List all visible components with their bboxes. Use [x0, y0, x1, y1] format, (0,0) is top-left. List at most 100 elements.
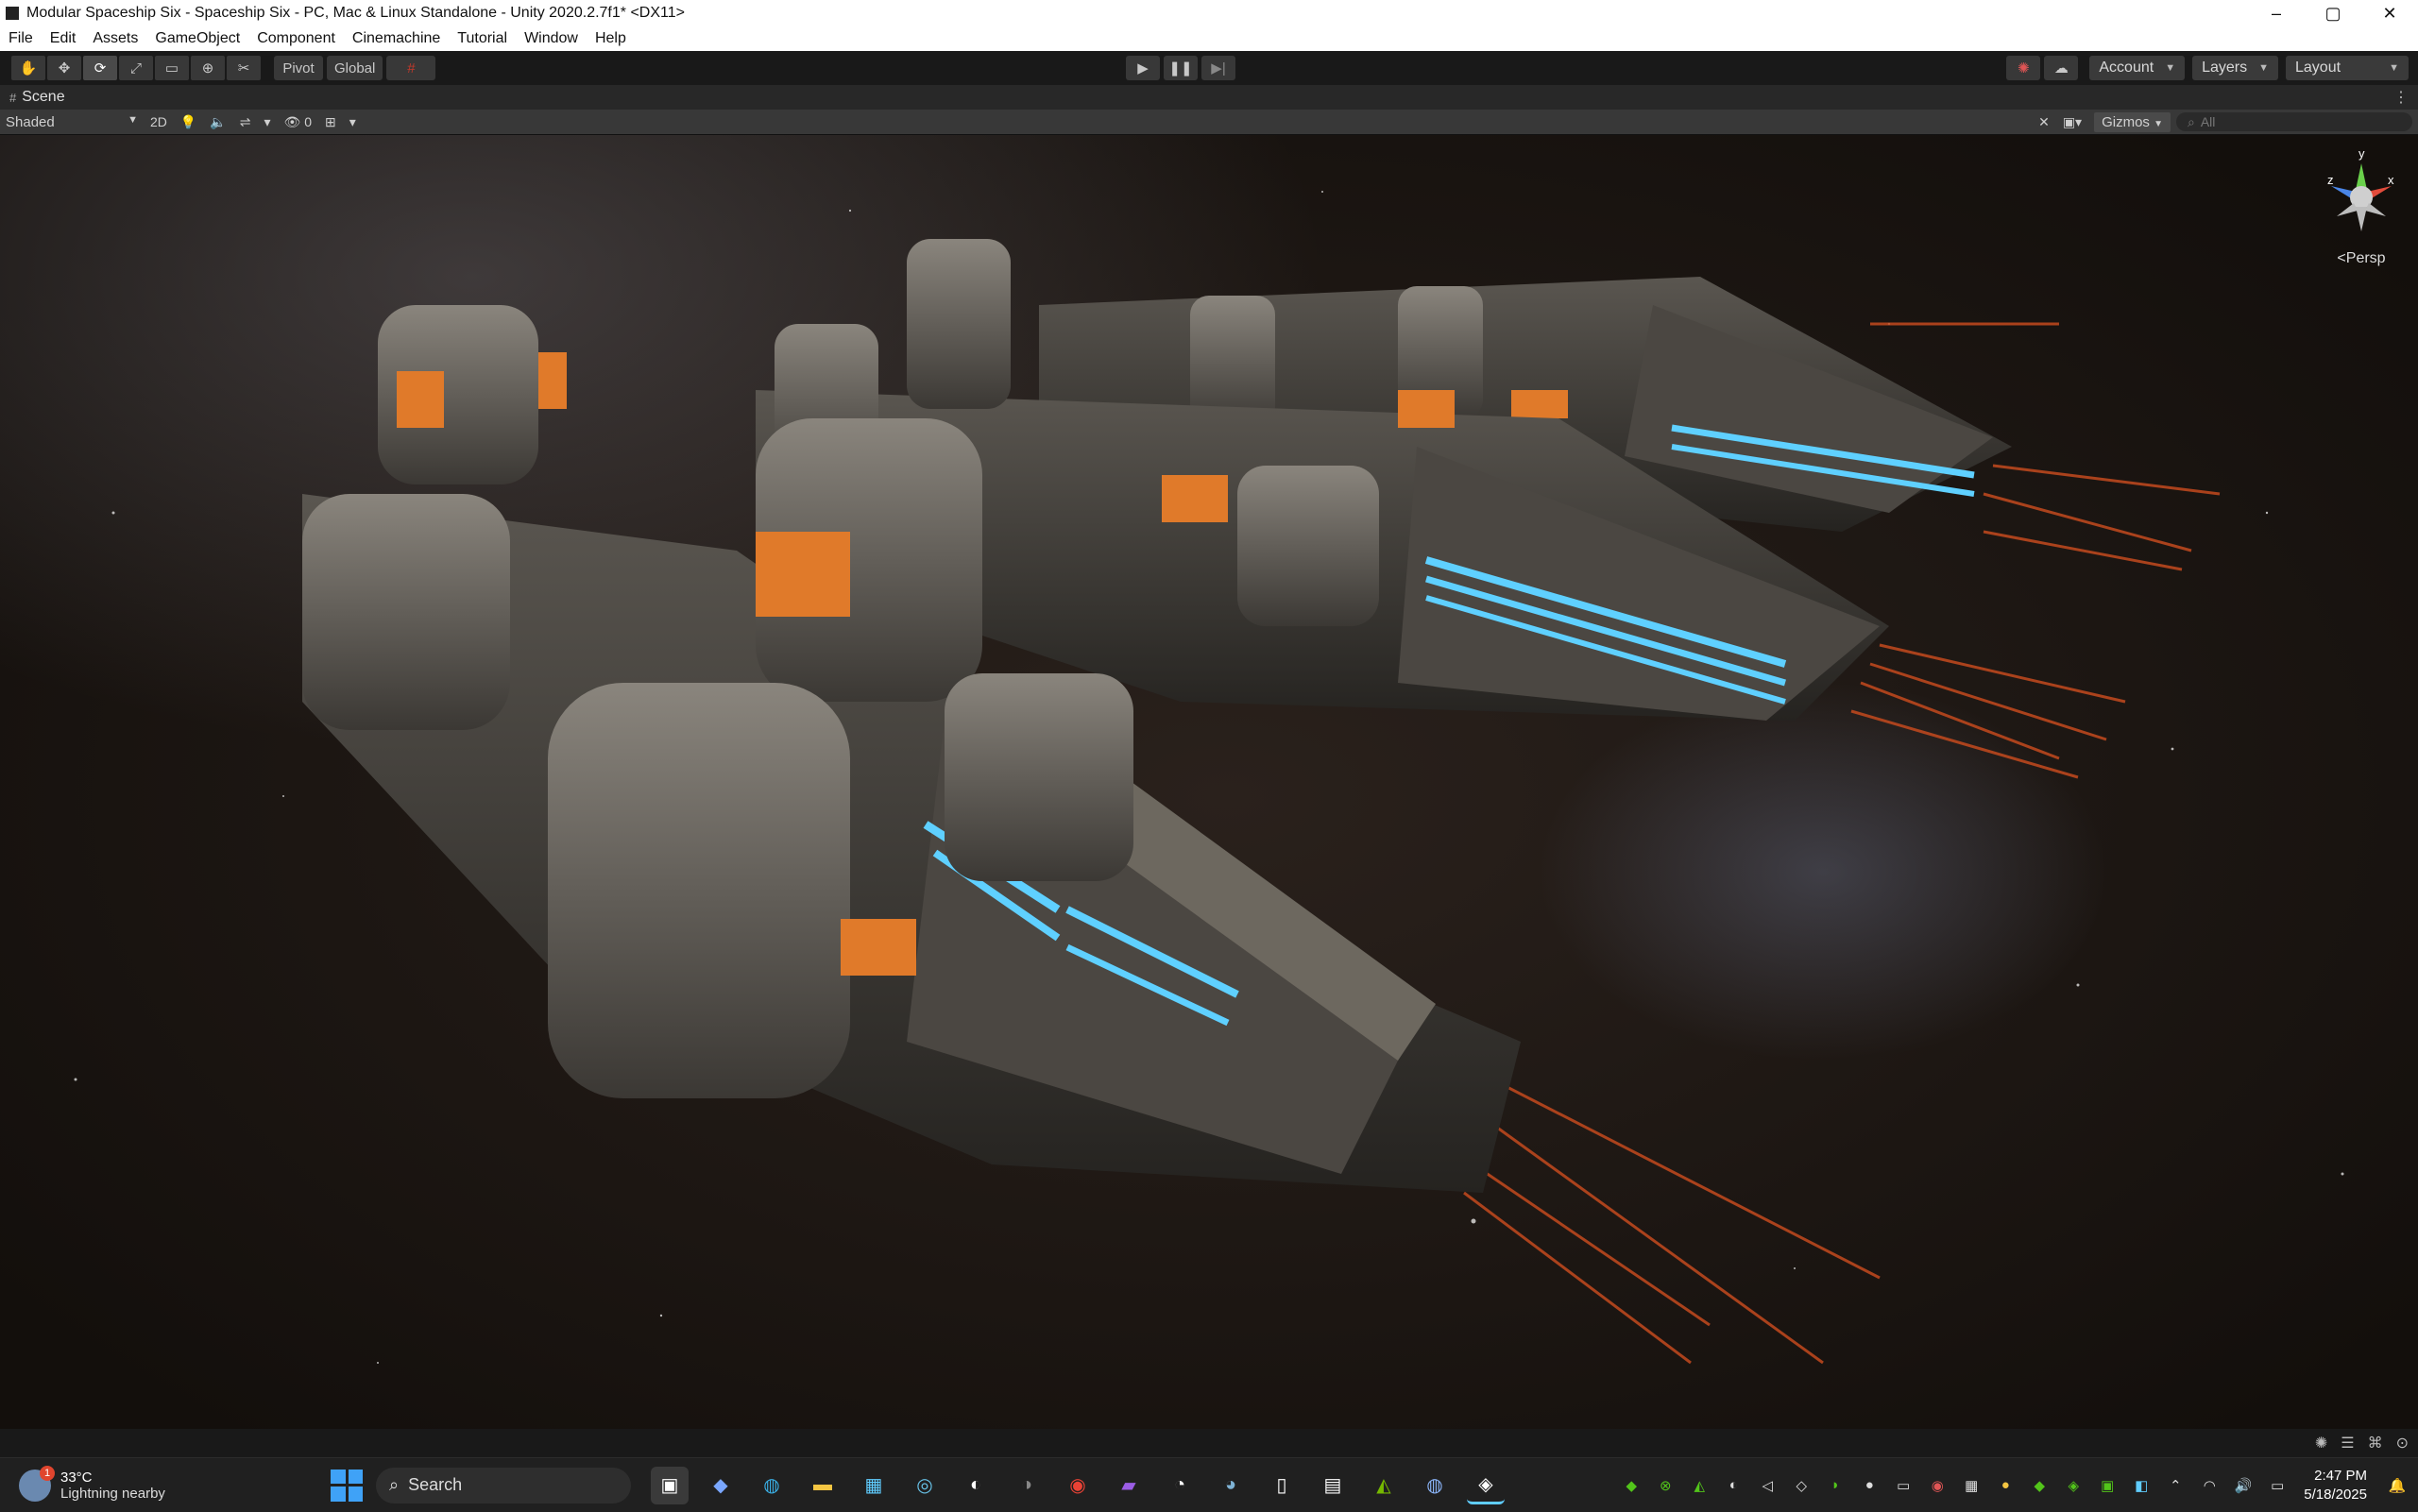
- auto-generate-lighting-icon[interactable]: ✺: [2315, 1434, 2327, 1453]
- menu-assets[interactable]: Assets: [84, 30, 146, 47]
- effects-icon[interactable]: ⇌: [233, 114, 258, 130]
- scale-tool-icon[interactable]: ⤢: [119, 56, 153, 80]
- alien-head-icon[interactable]: ◑: [1008, 1467, 1046, 1504]
- tab-scene[interactable]: # Scene: [0, 89, 75, 106]
- global-toggle-button[interactable]: Global: [327, 56, 383, 80]
- layout-dropdown[interactable]: Layout ▼: [2286, 56, 2409, 80]
- tray-app-icon[interactable]: ◗: [1824, 1474, 1847, 1497]
- layers-label: Layers: [2202, 59, 2248, 76]
- menu-gameobject[interactable]: GameObject: [146, 30, 248, 47]
- grid-toggle-icon[interactable]: ⊞: [318, 114, 343, 130]
- grid-snap-icon[interactable]: #: [386, 56, 436, 80]
- record-icon[interactable]: ◉: [1926, 1474, 1949, 1497]
- rect-tool-icon[interactable]: ▭: [155, 56, 189, 80]
- settings-check-icon[interactable]: ⊙: [2396, 1434, 2409, 1453]
- obs-icon[interactable]: ◔: [1161, 1467, 1199, 1504]
- chevron-up-icon[interactable]: ⌃: [2164, 1474, 2187, 1497]
- audio-icon[interactable]: 🔈: [203, 114, 232, 130]
- vs-code-icon[interactable]: ◁: [1756, 1474, 1779, 1497]
- volume-icon[interactable]: 🔊: [2232, 1474, 2255, 1497]
- globe-icon[interactable]: ◕: [1212, 1467, 1250, 1504]
- scene-tab-bar: # Scene ⋮: [0, 85, 2418, 110]
- cloud-icon[interactable]: ☁: [2044, 56, 2079, 80]
- collab-icon[interactable]: ✺: [2006, 56, 2041, 80]
- menu-file[interactable]: File: [0, 30, 42, 47]
- orientation-gizmo[interactable]: y z x <Persp: [2324, 144, 2399, 267]
- microsoft-store-icon[interactable]: ▦: [855, 1467, 893, 1504]
- tray-green2-icon[interactable]: ◈: [2062, 1474, 2085, 1497]
- progress-icon[interactable]: ☰: [2341, 1434, 2354, 1453]
- step-button[interactable]: ▶|: [1201, 56, 1235, 80]
- layers-dropdown[interactable]: Layers ▼: [2192, 56, 2278, 80]
- tools-icon[interactable]: ✕: [2032, 114, 2056, 130]
- mode-2d-toggle[interactable]: 2D: [144, 114, 174, 129]
- notifications-bell-icon[interactable]: 🔔: [2386, 1474, 2409, 1497]
- clapperboard-icon[interactable]: ▰: [1110, 1467, 1148, 1504]
- gizmos-dropdown[interactable]: Gizmos ▼: [2094, 111, 2171, 132]
- close-button[interactable]: ✕: [2361, 4, 2418, 24]
- camera-icon[interactable]: ▣▾: [2056, 114, 2088, 130]
- scene-visibility-icon[interactable]: 👁 0: [278, 114, 318, 130]
- wifi-icon[interactable]: ◠: [2198, 1474, 2221, 1497]
- taskbar-clock[interactable]: 2:47 PM 5/18/2025: [2304, 1467, 2367, 1504]
- minimize-button[interactable]: –: [2248, 4, 2305, 24]
- rotate-tool-icon[interactable]: ⟳: [83, 56, 117, 80]
- tray-board-icon[interactable]: ▣: [2096, 1474, 2119, 1497]
- lighting-icon[interactable]: 💡: [174, 114, 203, 130]
- menu-edit[interactable]: Edit: [42, 30, 85, 47]
- ime-icon[interactable]: ▦: [1960, 1474, 1983, 1497]
- draw-mode-dropdown[interactable]: Shaded ▼: [0, 114, 144, 130]
- windows-start-icon[interactable]: [331, 1469, 363, 1502]
- projection-label[interactable]: <Persp: [2324, 250, 2399, 267]
- pivot-toggle-button[interactable]: Pivot: [274, 56, 323, 80]
- move-tool-icon[interactable]: ✥: [47, 56, 81, 80]
- menu-help[interactable]: Help: [587, 30, 635, 47]
- cache-server-icon[interactable]: ⌘: [2368, 1434, 2383, 1453]
- battery-icon[interactable]: ▭: [2266, 1474, 2289, 1497]
- earth-icon[interactable]: ◍: [1416, 1467, 1454, 1504]
- axis-y-label: y: [2358, 146, 2365, 161]
- steam-icon[interactable]: ◎: [906, 1467, 944, 1504]
- account-dropdown[interactable]: Account ▼: [2089, 56, 2186, 80]
- hand-tool-icon[interactable]: ✋: [11, 56, 45, 80]
- github-icon[interactable]: ●: [1858, 1474, 1881, 1497]
- clock-time: 2:47 PM: [2314, 1467, 2367, 1484]
- maximize-button[interactable]: ▢: [2305, 4, 2361, 24]
- menu-component[interactable]: Component: [248, 30, 344, 47]
- nvidia-icon[interactable]: ◭: [1365, 1467, 1403, 1504]
- edge-browser-icon[interactable]: ◍: [753, 1467, 791, 1504]
- tray-green-icon[interactable]: ◆: [2028, 1474, 2051, 1497]
- task-view-icon[interactable]: ▣: [651, 1466, 689, 1504]
- notepad-icon[interactable]: ▤: [1314, 1467, 1352, 1504]
- menu-tutorial[interactable]: Tutorial: [449, 30, 516, 47]
- unity-hub-icon[interactable]: ◇: [1790, 1474, 1813, 1497]
- tray-yellow-icon[interactable]: ●: [1994, 1474, 2017, 1497]
- play-button[interactable]: ▶: [1126, 56, 1160, 80]
- weather-widget[interactable]: 1 33°C Lightning nearby: [19, 1465, 331, 1502]
- xbox-icon[interactable]: ⊗: [1654, 1474, 1677, 1497]
- chevron-down-icon[interactable]: ▾: [343, 114, 363, 130]
- chrome-icon[interactable]: ◉: [1059, 1467, 1097, 1504]
- weather-temperature: 33°C: [60, 1469, 93, 1486]
- hierarchy-search-input[interactable]: ⌕ All: [2176, 112, 2412, 131]
- transform-tool-icon[interactable]: ⊕: [191, 56, 225, 80]
- pause-button[interactable]: ❚❚: [1164, 56, 1198, 80]
- alienware-icon[interactable]: ◐: [957, 1467, 995, 1504]
- chevron-down-icon[interactable]: ▾: [258, 114, 278, 130]
- unity-editor-icon[interactable]: ◈: [1467, 1467, 1505, 1504]
- taskbar-search-box[interactable]: ⌕ Search: [376, 1467, 631, 1504]
- file-explorer-icon[interactable]: ▬: [804, 1467, 842, 1504]
- nvidia-tray-icon[interactable]: ◭: [1688, 1474, 1711, 1497]
- hidden-count: 0: [304, 113, 313, 129]
- scene-viewport[interactable]: y z x <Persp: [0, 135, 2418, 1438]
- kebab-menu-icon[interactable]: ⋮: [2393, 88, 2409, 107]
- razer-icon[interactable]: ◆: [1620, 1474, 1643, 1497]
- copilot-icon[interactable]: ◆: [702, 1467, 740, 1504]
- defender-icon[interactable]: ◧: [2130, 1474, 2153, 1497]
- custom-tool-icon[interactable]: ✂: [227, 56, 261, 80]
- usb-drive-icon[interactable]: ▯: [1263, 1467, 1301, 1504]
- drive-icon[interactable]: ▭: [1892, 1474, 1915, 1497]
- discord-icon[interactable]: ◐: [1722, 1474, 1745, 1497]
- menu-window[interactable]: Window: [516, 30, 587, 47]
- menu-cinemachine[interactable]: Cinemachine: [344, 30, 449, 47]
